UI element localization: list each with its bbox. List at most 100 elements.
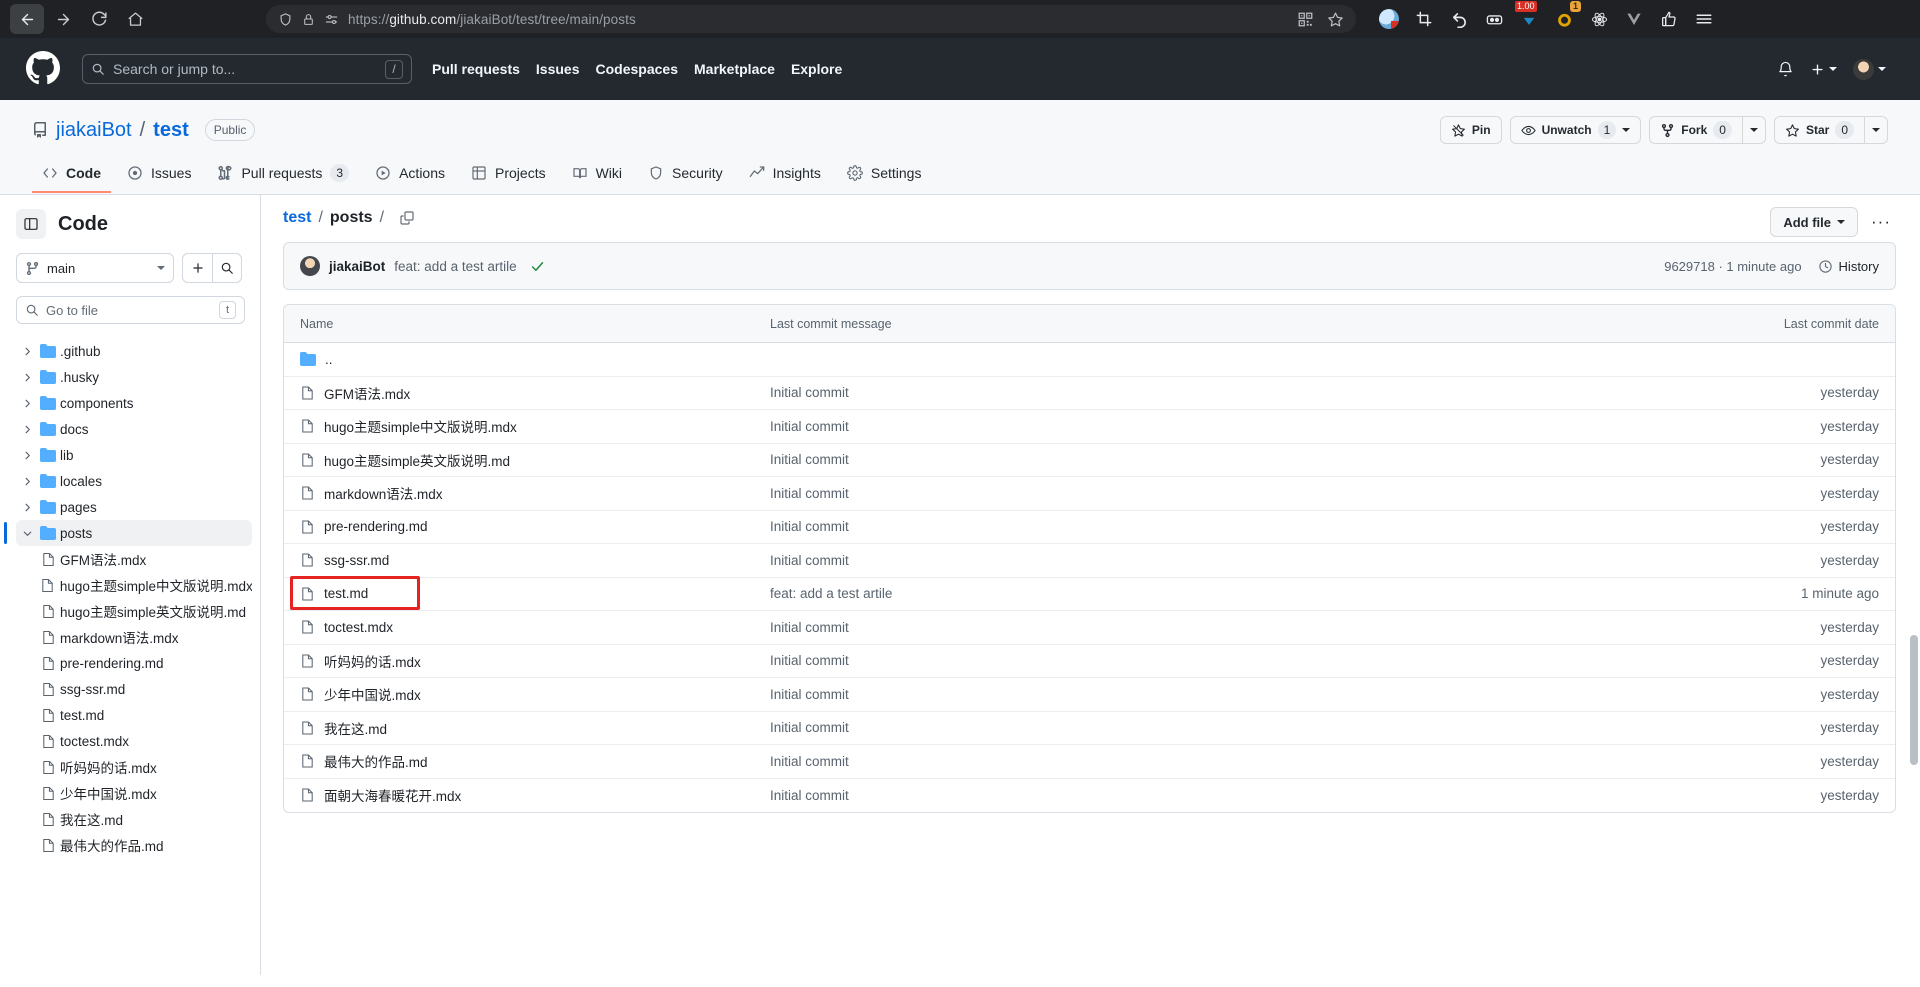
crop-icon[interactable] bbox=[1413, 8, 1435, 30]
chevron-down-icon[interactable] bbox=[18, 528, 36, 539]
commit-author-name[interactable]: jiakaiBot bbox=[329, 259, 385, 274]
tree-file-item[interactable]: pre-rendering.md bbox=[16, 650, 252, 676]
row-commit-date[interactable]: yesterday bbox=[1719, 452, 1879, 467]
site-permissions-icon[interactable] bbox=[324, 12, 339, 27]
tab-security[interactable]: Security bbox=[638, 159, 733, 193]
url-text[interactable]: https://github.com/jiakaiBot/test/tree/m… bbox=[348, 12, 636, 27]
table-row[interactable]: .. bbox=[284, 343, 1895, 377]
file-name-link[interactable]: 最伟大的作品.md bbox=[324, 751, 428, 771]
chevron-right-icon[interactable] bbox=[18, 346, 36, 357]
address-bar[interactable]: https://github.com/jiakaiBot/test/tree/m… bbox=[266, 5, 1356, 33]
file-name-link[interactable]: test.md bbox=[324, 586, 368, 601]
star-dropdown-button[interactable] bbox=[1864, 116, 1888, 144]
file-name-link[interactable]: GFM语法.mdx bbox=[324, 383, 410, 403]
chevron-right-icon[interactable] bbox=[18, 424, 36, 435]
browser-forward-button[interactable] bbox=[46, 4, 80, 34]
file-name-link[interactable]: 少年中国说.mdx bbox=[324, 684, 421, 704]
create-new-button[interactable] bbox=[1810, 62, 1837, 77]
row-commit-message[interactable]: Initial commit bbox=[770, 519, 1719, 534]
tree-folder-item[interactable]: .github bbox=[16, 338, 252, 364]
chrome-menu-icon[interactable] bbox=[1693, 8, 1715, 30]
chevron-right-icon[interactable] bbox=[18, 372, 36, 383]
tab-actions[interactable]: Actions bbox=[365, 159, 455, 193]
tree-folder-item[interactable]: locales bbox=[16, 468, 252, 494]
bookmark-star-icon[interactable] bbox=[1327, 11, 1344, 28]
add-file-button[interactable]: Add file bbox=[1770, 207, 1858, 237]
tree-file-item[interactable]: markdown语法.mdx bbox=[16, 624, 252, 650]
table-row[interactable]: markdown语法.mdx Initial commit yesterday bbox=[284, 477, 1895, 511]
row-commit-message[interactable]: Initial commit bbox=[770, 620, 1719, 635]
table-row[interactable]: GFM语法.mdx Initial commit yesterday bbox=[284, 377, 1895, 410]
tab-code[interactable]: Code bbox=[32, 159, 111, 193]
go-to-file-input[interactable]: Go to file t bbox=[16, 296, 245, 324]
add-file-sidebar-button[interactable] bbox=[182, 253, 212, 283]
row-commit-message[interactable]: Initial commit bbox=[770, 788, 1719, 803]
thumbs-up-icon[interactable] bbox=[1658, 8, 1680, 30]
row-commit-message[interactable]: Initial commit bbox=[770, 419, 1719, 434]
table-row[interactable]: ssg-ssr.md Initial commit yesterday bbox=[284, 544, 1895, 578]
tab-insights[interactable]: Insights bbox=[739, 159, 831, 193]
row-commit-date[interactable]: yesterday bbox=[1719, 754, 1879, 769]
tree-file-item[interactable]: hugo主题simple英文版说明.md bbox=[16, 598, 252, 624]
tree-folder-item[interactable]: posts bbox=[4, 520, 252, 546]
table-row[interactable]: hugo主题simple英文版说明.md Initial commit yester… bbox=[284, 444, 1895, 477]
qr-code-icon[interactable] bbox=[1298, 12, 1313, 27]
chevron-right-icon[interactable] bbox=[18, 398, 36, 409]
row-commit-message[interactable]: Initial commit bbox=[770, 385, 1719, 400]
file-name-link[interactable]: hugo主题simple中文版说明.mdx bbox=[324, 416, 517, 436]
more-options-button[interactable]: ··· bbox=[1866, 207, 1896, 237]
tree-folder-item[interactable]: lib bbox=[16, 442, 252, 468]
row-commit-message[interactable]: Initial commit bbox=[770, 754, 1719, 769]
file-name-link[interactable]: pre-rendering.md bbox=[324, 519, 428, 534]
row-commit-message[interactable]: Initial commit bbox=[770, 687, 1719, 702]
tree-folder-item[interactable]: .husky bbox=[16, 364, 252, 390]
tab-issues[interactable]: Issues bbox=[117, 159, 201, 193]
page-scrollbar[interactable] bbox=[1910, 635, 1918, 765]
repo-name-link[interactable]: test bbox=[153, 119, 189, 142]
row-commit-message[interactable]: Initial commit bbox=[770, 653, 1719, 668]
file-name-link[interactable]: 听妈妈的话.mdx bbox=[324, 651, 421, 671]
tab-pull-requests[interactable]: Pull requests 3 bbox=[207, 158, 359, 194]
file-name-link[interactable]: toctest.mdx bbox=[324, 620, 393, 635]
tree-folder-item[interactable]: components bbox=[16, 390, 252, 416]
tree-file-item[interactable]: ssg-ssr.md bbox=[16, 676, 252, 702]
video-flag-icon[interactable]: 1.00 bbox=[1515, 1, 1540, 30]
react-devtools-icon[interactable] bbox=[1588, 8, 1610, 30]
nav-explore[interactable]: Explore bbox=[791, 61, 842, 77]
commit-author-avatar[interactable] bbox=[300, 256, 320, 276]
row-commit-date[interactable]: yesterday bbox=[1719, 553, 1879, 568]
profile-avatar-icon[interactable] bbox=[1378, 8, 1400, 30]
nav-pull-requests[interactable]: Pull requests bbox=[432, 61, 520, 77]
row-commit-date[interactable]: yesterday bbox=[1719, 419, 1879, 434]
shield-icon[interactable] bbox=[278, 12, 293, 27]
file-name-link[interactable]: ssg-ssr.md bbox=[324, 553, 389, 568]
file-name-link[interactable]: 面朝大海春暖花开.mdx bbox=[324, 785, 461, 805]
row-commit-date[interactable]: yesterday bbox=[1719, 788, 1879, 803]
tree-file-item[interactable]: toctest.mdx bbox=[16, 728, 252, 754]
chevron-right-icon[interactable] bbox=[18, 450, 36, 461]
tree-file-item[interactable]: hugo主题simple中文版说明.mdx bbox=[16, 572, 252, 598]
browser-home-button[interactable] bbox=[118, 4, 152, 34]
row-commit-date[interactable]: yesterday bbox=[1719, 653, 1879, 668]
zotero-icon[interactable] bbox=[1483, 8, 1505, 30]
search-icon[interactable] bbox=[212, 253, 242, 283]
table-row[interactable]: pre-rendering.md Initial commit yesterday bbox=[284, 511, 1895, 544]
pin-button[interactable]: Pin bbox=[1439, 116, 1502, 144]
table-row[interactable]: 听妈妈的话.mdx Initial commit yesterday bbox=[284, 645, 1895, 678]
chevron-right-icon[interactable] bbox=[18, 502, 36, 513]
table-row[interactable]: 少年中国说.mdx Initial commit yesterday bbox=[284, 678, 1895, 712]
fork-dropdown-button[interactable] bbox=[1741, 116, 1766, 144]
tree-folder-item[interactable]: pages bbox=[16, 494, 252, 520]
commit-message[interactable]: feat: add a test artile bbox=[394, 259, 516, 274]
file-name-link[interactable]: .. bbox=[325, 352, 333, 367]
table-row[interactable]: 面朝大海春暖花开.mdx Initial commit yesterday bbox=[284, 779, 1895, 813]
row-commit-message[interactable]: Initial commit bbox=[770, 452, 1719, 467]
table-row[interactable]: 最伟大的作品.md Initial commit yesterday bbox=[284, 745, 1895, 779]
row-commit-date[interactable]: yesterday bbox=[1719, 687, 1879, 702]
row-commit-message[interactable]: Initial commit bbox=[770, 553, 1719, 568]
user-avatar-menu[interactable] bbox=[1853, 58, 1886, 80]
lock-icon[interactable] bbox=[302, 13, 315, 26]
tree-file-item[interactable]: test.md bbox=[16, 702, 252, 728]
tree-file-item[interactable]: 最伟大的作品.md bbox=[16, 832, 252, 858]
unwatch-button[interactable]: Unwatch 1 bbox=[1509, 116, 1642, 144]
